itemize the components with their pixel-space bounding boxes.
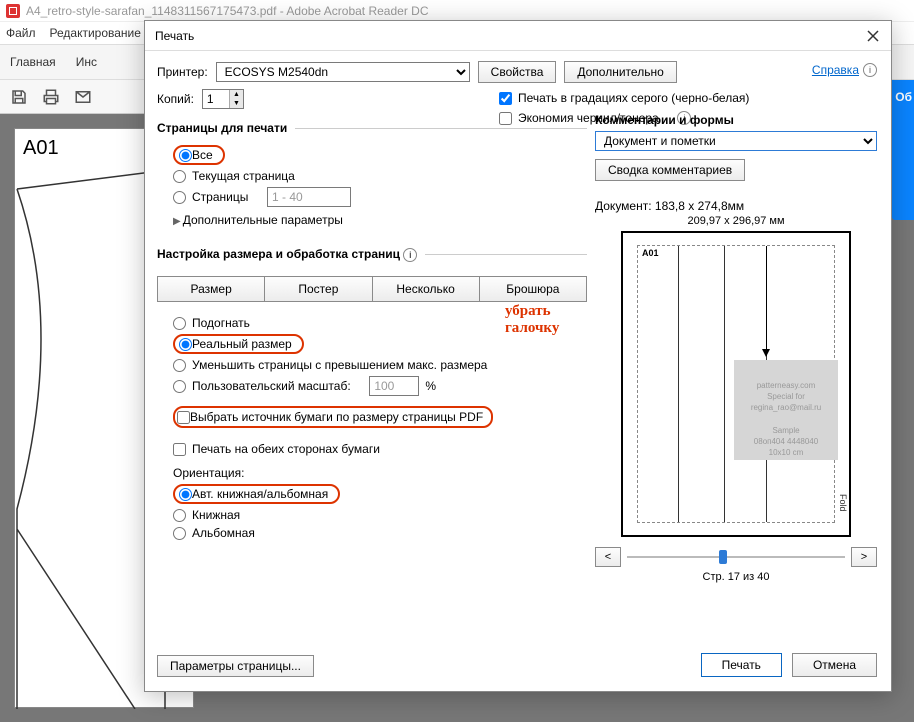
print-button[interactable]: Печать xyxy=(701,653,782,677)
seg-booklet[interactable]: Брошюра xyxy=(480,276,587,302)
watermark: patterneasy.comSpecial forregina_rao@mai… xyxy=(734,360,838,460)
seg-multiple[interactable]: Несколько xyxy=(373,276,480,302)
paper-source-checkbox[interactable] xyxy=(177,411,190,424)
grayscale-checkbox[interactable] xyxy=(499,92,512,105)
copies-spinner[interactable]: ▲▼ xyxy=(229,90,243,108)
radio-all[interactable] xyxy=(179,149,192,162)
radio-all-label: Все xyxy=(192,148,213,162)
page-slider[interactable] xyxy=(627,547,845,567)
help-link[interactable]: Справка xyxy=(812,63,859,77)
radio-orient-auto-label: Авт. книжная/альбомная xyxy=(192,487,328,501)
seg-size[interactable]: Размер xyxy=(157,276,265,302)
duplex-checkbox[interactable] xyxy=(173,443,186,456)
dialog-title: Печать xyxy=(155,29,194,43)
pages-legend: Страницы для печати xyxy=(157,121,295,135)
radio-pages-label: Страницы xyxy=(192,190,248,204)
page-count: Стр. 17 из 40 xyxy=(595,571,877,583)
grayscale-label: Печать в градациях серого (черно-белая) xyxy=(518,91,749,105)
comments-legend: Комментарии и формы xyxy=(595,113,877,127)
radio-orient-portrait[interactable] xyxy=(173,509,186,522)
seg-poster[interactable]: Постер xyxy=(265,276,372,302)
printer-select[interactable]: ECOSYS M2540dn xyxy=(216,62,470,82)
radio-actual[interactable] xyxy=(179,338,192,351)
fold-label: Fold xyxy=(838,494,848,512)
sizing-fieldset: Настройка размера и обработка страниц i … xyxy=(157,247,587,550)
handwriting-annotation: убрать галочку xyxy=(505,303,587,336)
sizing-legend: Настройка размера и обработка страниц i xyxy=(157,247,425,262)
print-icon[interactable] xyxy=(42,88,60,106)
paper-size: 209,97 x 296,97 мм xyxy=(595,215,877,227)
radio-orient-auto[interactable] xyxy=(179,488,192,501)
custom-scale-input[interactable] xyxy=(369,376,419,396)
help-icon[interactable]: i xyxy=(863,63,877,77)
dialog-titlebar: Печать xyxy=(145,21,891,51)
print-dialog: Печать Принтер: ECOSYS M2540dn Свойства … xyxy=(144,20,892,692)
printer-label: Принтер: xyxy=(157,65,208,79)
tab-home[interactable]: Главная xyxy=(10,55,56,69)
preview-page-label: A01 xyxy=(642,248,659,258)
radio-current[interactable] xyxy=(173,170,186,183)
right-panel-label: Об xyxy=(895,90,912,104)
radio-shrink-label: Уменьшить страницы с превышением макс. р… xyxy=(192,358,487,372)
next-page-button[interactable]: > xyxy=(851,547,877,567)
pages-fieldset: Страницы для печати Все Текущая страница… xyxy=(157,121,587,239)
tab-tools[interactable]: Инс xyxy=(76,55,97,69)
radio-fit[interactable] xyxy=(173,317,186,330)
summarize-button[interactable]: Сводка комментариев xyxy=(595,159,745,181)
print-preview: A01 patterneasy.comSpecial forregina_rao… xyxy=(621,231,851,537)
radio-custom-label: Пользовательский масштаб: xyxy=(192,379,351,393)
radio-custom[interactable] xyxy=(173,380,186,393)
menu-edit[interactable]: Редактирование xyxy=(50,26,141,40)
orientation-label: Ориентация: xyxy=(173,466,587,480)
radio-shrink[interactable] xyxy=(173,359,186,372)
app-titlebar: A4_retro-style-sarafan_1148311567175473.… xyxy=(0,0,914,22)
save-icon[interactable] xyxy=(10,88,28,106)
menu-file[interactable]: Файл xyxy=(6,26,36,40)
radio-orient-landscape[interactable] xyxy=(173,527,186,540)
properties-button[interactable]: Свойства xyxy=(478,61,557,83)
annotation-ring-orient: Авт. книжная/альбомная xyxy=(173,484,340,504)
radio-pages[interactable] xyxy=(173,191,186,204)
window-title: A4_retro-style-sarafan_1148311567175473.… xyxy=(26,4,429,18)
page-setup-button[interactable]: Параметры страницы... xyxy=(157,655,314,677)
pdf-icon xyxy=(6,4,20,18)
annotation-ring-actual: Реальный размер xyxy=(173,334,304,354)
cancel-button[interactable]: Отмена xyxy=(792,653,877,677)
annotation-ring-papersrc: Выбрать источник бумаги по размеру стран… xyxy=(173,406,493,428)
advanced-button[interactable]: Дополнительно xyxy=(564,61,676,83)
radio-orient-landscape-label: Альбомная xyxy=(192,526,255,540)
radio-fit-label: Подогнать xyxy=(192,316,250,330)
mail-icon[interactable] xyxy=(74,88,92,106)
radio-orient-portrait-label: Книжная xyxy=(192,508,240,522)
comments-select[interactable]: Документ и пометки xyxy=(595,131,877,151)
duplex-label: Печать на обеих сторонах бумаги xyxy=(192,442,380,456)
radio-current-label: Текущая страница xyxy=(192,169,295,183)
paper-source-label: Выбрать источник бумаги по размеру стран… xyxy=(190,410,483,424)
pages-range-input[interactable] xyxy=(267,187,351,207)
prev-page-button[interactable]: < xyxy=(595,547,621,567)
info-icon-sizing[interactable]: i xyxy=(403,248,417,262)
copies-label: Копий: xyxy=(157,92,194,106)
doc-size: Документ: 183,8 x 274,8мм xyxy=(595,199,877,213)
radio-actual-label: Реальный размер xyxy=(192,337,292,351)
close-icon[interactable] xyxy=(865,28,881,44)
more-options-toggle[interactable]: ▶Дополнительные параметры xyxy=(173,213,587,227)
annotation-ring-all: Все xyxy=(173,145,225,165)
